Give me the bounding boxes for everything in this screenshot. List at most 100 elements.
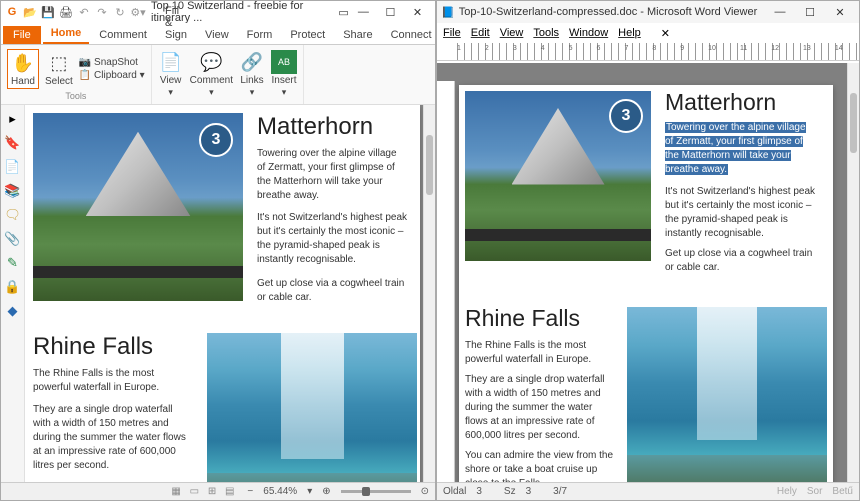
zoom-reset-icon[interactable]: ⊙ bbox=[421, 486, 429, 497]
open-icon[interactable]: 📂 bbox=[23, 5, 37, 19]
status-pagecount: 3/7 bbox=[553, 486, 567, 497]
document-viewport[interactable]: 3 Matterhorn Towering over the alpine vi… bbox=[437, 63, 847, 482]
para-2: It's not Switzerland's highest peak but … bbox=[665, 185, 820, 241]
pdf-editor-window: G 📂 💾 🖨 ↶ ↷ ↻ ⚙▾ Top 10 Switzerland - fr… bbox=[0, 0, 436, 501]
menu-file[interactable]: File bbox=[443, 27, 461, 39]
zoom-value: 65.44% bbox=[263, 486, 297, 497]
tab-file[interactable]: File bbox=[3, 26, 41, 44]
para-3: Get up close via a cogwheel train or cab… bbox=[257, 277, 407, 305]
layers-icon[interactable]: 📚 bbox=[5, 183, 21, 199]
select-tool[interactable]: ⬚Select bbox=[45, 51, 73, 87]
comment-menu[interactable]: 💬Comment▾ bbox=[190, 50, 233, 98]
minimize-button[interactable]: — bbox=[350, 1, 377, 23]
para-2: It's not Switzerland's highest peak but … bbox=[257, 211, 412, 267]
para-3: Get up close via a cogwheel train or cab… bbox=[665, 247, 815, 275]
app-icon: G bbox=[5, 5, 19, 19]
tab-home[interactable]: Home bbox=[43, 24, 90, 44]
number-badge-4: 4 bbox=[785, 455, 819, 482]
para-1-highlighted: Towering over the alpine village of Zerm… bbox=[665, 121, 815, 177]
comments-icon[interactable]: 🗨 bbox=[5, 207, 21, 223]
menu-view[interactable]: View bbox=[500, 27, 524, 39]
security-icon[interactable]: 🔒 bbox=[5, 279, 21, 295]
print-icon[interactable]: 🖨 bbox=[59, 5, 73, 19]
window-title: Top-10-Switzerland-compressed.doc - Micr… bbox=[459, 6, 758, 18]
ribbon-tabs: File Home Comment Fill & Sign View Form … bbox=[1, 23, 435, 45]
attachments-icon[interactable]: 📎 bbox=[5, 231, 21, 247]
heading-matterhorn: Matterhorn bbox=[257, 113, 373, 141]
heading-rhine: Rhine Falls bbox=[33, 333, 153, 361]
tab-connect[interactable]: Connect bbox=[383, 26, 440, 44]
more-icon[interactable]: ◆ bbox=[5, 303, 21, 319]
ruler-numbers: 123456789101112131415161718 bbox=[457, 45, 859, 52]
statusbar: Oldal 3 Sz 3 3/7 Hely Sor Betű bbox=[437, 482, 859, 500]
para-4: The Rhine Falls is the most powerful wat… bbox=[465, 339, 615, 367]
vertical-ruler[interactable] bbox=[437, 81, 455, 482]
page: 3 Matterhorn Towering over the alpine vi… bbox=[25, 105, 420, 482]
tab-share[interactable]: Share bbox=[335, 26, 380, 44]
titlebar: G 📂 💾 🖨 ↶ ↷ ↻ ⚙▾ Top 10 Switzerland - fr… bbox=[1, 1, 435, 23]
para-5: They are a single drop waterfall with a … bbox=[33, 403, 193, 473]
app-icon: 📘 bbox=[441, 6, 455, 19]
links-menu[interactable]: 🔗Links▾ bbox=[239, 50, 265, 98]
snapshot-tool[interactable]: 📷 SnapShot bbox=[79, 57, 145, 68]
matterhorn-image: 3 bbox=[465, 91, 651, 261]
vertical-scrollbar[interactable] bbox=[847, 63, 859, 482]
page: 3 Matterhorn Towering over the alpine vi… bbox=[459, 85, 833, 482]
document-viewport[interactable]: 3 Matterhorn Towering over the alpine vi… bbox=[25, 105, 423, 482]
number-badge-3: 3 bbox=[199, 123, 233, 157]
expand-icon[interactable]: ▸ bbox=[5, 111, 21, 127]
number-badge-3: 3 bbox=[609, 99, 643, 133]
clipboard-tool[interactable]: 📋 Clipboard ▾ bbox=[79, 70, 145, 81]
heading-rhine: Rhine Falls bbox=[465, 305, 580, 332]
rhine-falls-image bbox=[207, 333, 417, 482]
menu-tools[interactable]: Tools bbox=[533, 27, 559, 39]
maximize-button[interactable]: ☐ bbox=[795, 1, 825, 23]
hand-tool[interactable]: ✋Hand bbox=[7, 49, 39, 89]
tab-protect[interactable]: Protect bbox=[282, 26, 333, 44]
status-sor: Sor bbox=[807, 486, 823, 497]
vertical-scrollbar[interactable] bbox=[423, 105, 435, 482]
matterhorn-image: 3 bbox=[33, 113, 243, 301]
close-button[interactable]: ✕ bbox=[825, 1, 855, 23]
para-1: Towering over the alpine village of Zerm… bbox=[257, 147, 407, 203]
menu-help[interactable]: Help bbox=[618, 27, 641, 39]
maximize-button[interactable]: ☐ bbox=[377, 1, 404, 23]
save-icon[interactable]: 💾 bbox=[41, 5, 55, 19]
zoom-slider[interactable] bbox=[341, 490, 411, 493]
view-menu[interactable]: 📄View▾ bbox=[158, 50, 184, 98]
minimize-button[interactable]: — bbox=[765, 1, 795, 23]
tab-form[interactable]: Form bbox=[239, 26, 281, 44]
signatures-icon[interactable]: ✎ bbox=[5, 255, 21, 271]
status-page-value: 3 bbox=[476, 486, 482, 497]
horizontal-ruler[interactable]: 123456789101112131415161718 bbox=[437, 43, 859, 61]
tab-fill[interactable]: Fill & Sign bbox=[157, 2, 195, 44]
zoom-dropdown-icon[interactable]: ▾ bbox=[307, 486, 312, 497]
view-mode-icons[interactable]: ▦ ▭ ⊞ ▤ bbox=[171, 486, 237, 497]
insert-menu[interactable]: ABInsert▾ bbox=[271, 50, 297, 98]
status-section-label: Sz bbox=[504, 486, 516, 497]
para-4: The Rhine Falls is the most powerful wat… bbox=[33, 367, 193, 395]
ribbon: ✋Hand ⬚Select 📷 SnapShot 📋 Clipboard ▾ T… bbox=[1, 45, 435, 105]
zoom-out-button[interactable]: − bbox=[247, 486, 253, 497]
menu-window[interactable]: Window bbox=[569, 27, 608, 39]
group-label-tools: Tools bbox=[65, 91, 86, 102]
status-page-label: Oldal bbox=[443, 486, 466, 497]
close-button[interactable]: ✕ bbox=[404, 1, 431, 23]
ribbon-min-icon[interactable]: ▭ bbox=[337, 5, 350, 19]
heading-matterhorn: Matterhorn bbox=[665, 89, 776, 116]
pages-icon[interactable]: 📄 bbox=[5, 159, 21, 175]
tab-comment[interactable]: Comment bbox=[91, 26, 155, 44]
bookmarks-icon[interactable]: 🔖 bbox=[5, 135, 21, 151]
zoom-in-button[interactable]: ⊕ bbox=[322, 486, 330, 497]
undo-icon[interactable]: ↶ bbox=[77, 5, 91, 19]
titlebar: 📘 Top-10-Switzerland-compressed.doc - Mi… bbox=[437, 1, 859, 23]
left-sidebar: ▸ 🔖 📄 📚 🗨 📎 ✎ 🔒 ◆ bbox=[1, 105, 25, 482]
redo2-icon[interactable]: ↻ bbox=[113, 5, 127, 19]
menubar: File Edit View Tools Window Help ✕ bbox=[437, 23, 859, 43]
menu-edit[interactable]: Edit bbox=[471, 27, 490, 39]
doc-close-icon[interactable]: ✕ bbox=[661, 27, 670, 40]
redo-icon[interactable]: ↷ bbox=[95, 5, 109, 19]
status-hely: Hely bbox=[777, 486, 797, 497]
tab-view[interactable]: View bbox=[197, 26, 237, 44]
settings-icon[interactable]: ⚙▾ bbox=[131, 5, 145, 19]
